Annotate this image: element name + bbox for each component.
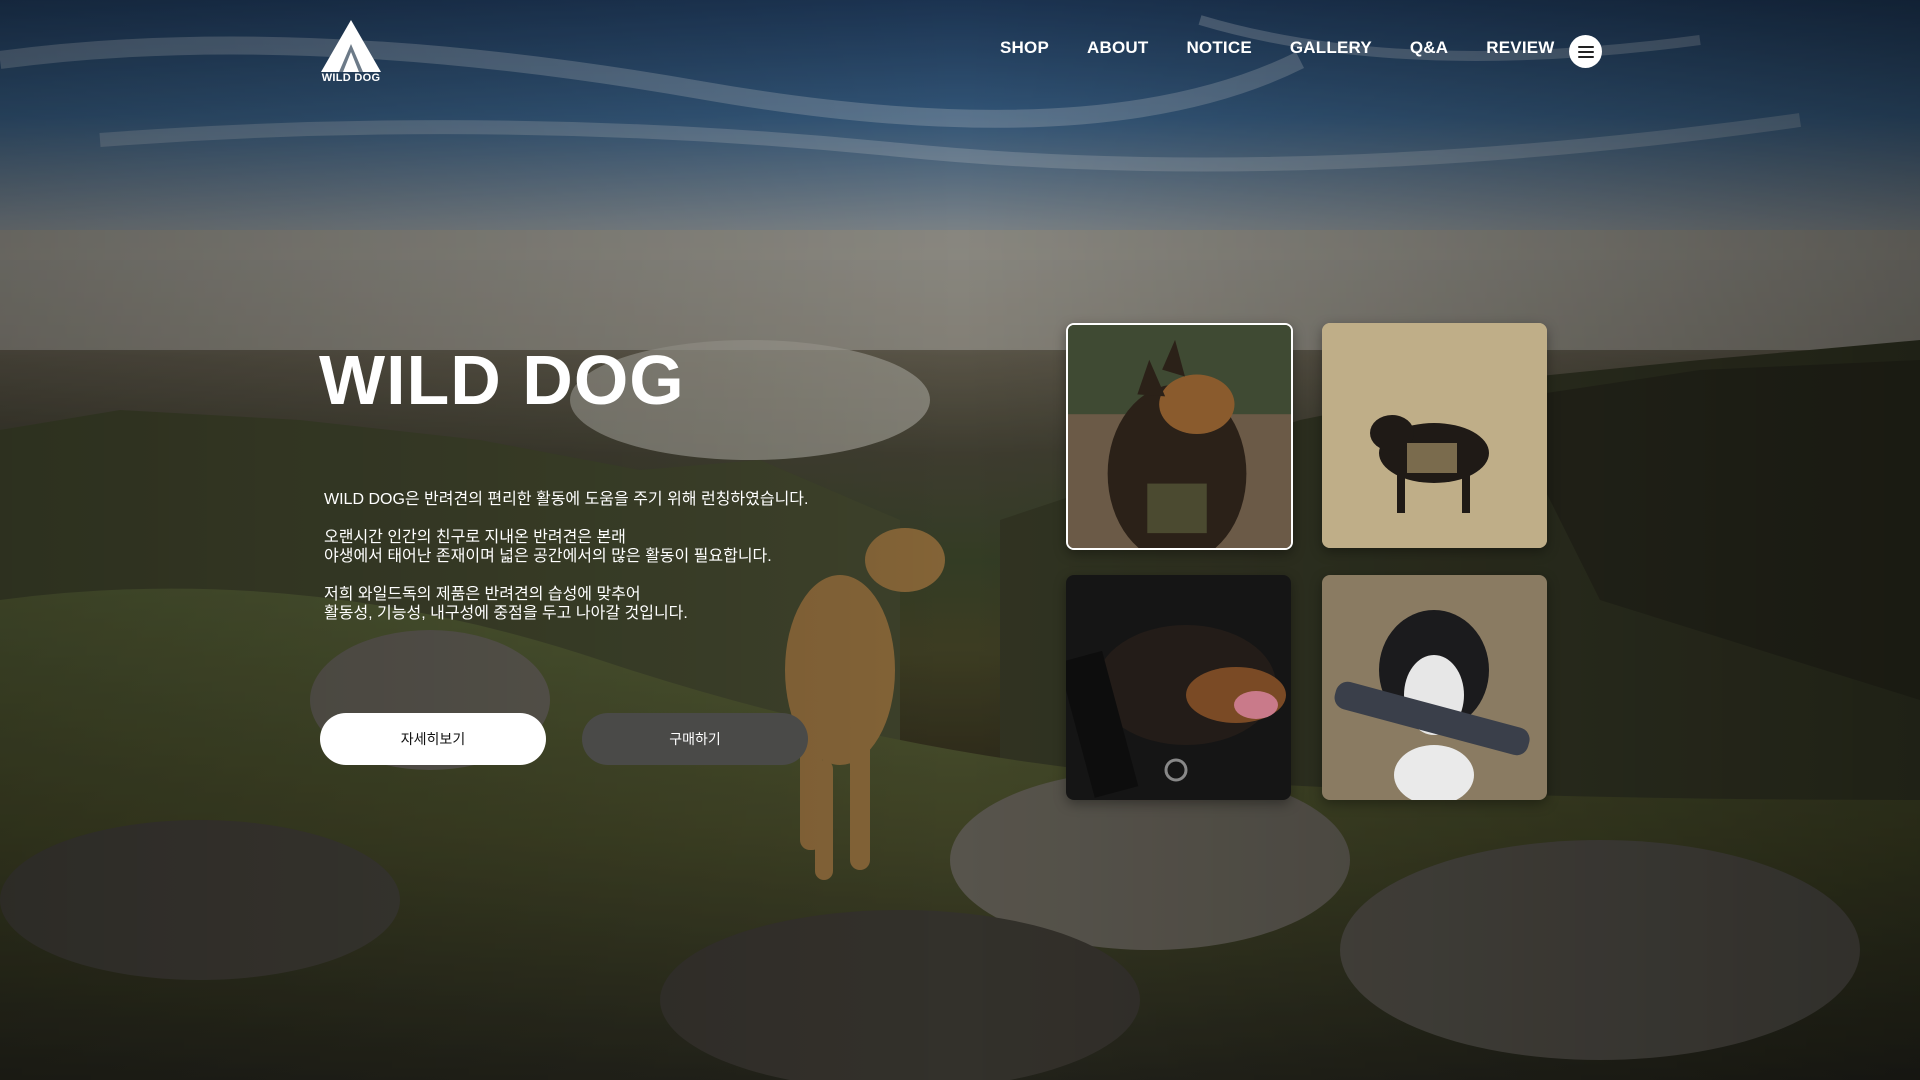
- hero-description: WILD DOG은 반려견의 편리한 활동에 도움을 주기 위해 런칭하였습니다…: [324, 490, 884, 642]
- main-menu: SHOP ABOUT NOTICE GALLERY Q&A REVIEW: [1000, 38, 1593, 58]
- description-paragraph-1: WILD DOG은 반려견의 편리한 활동에 도움을 주기 위해 런칭하였습니다…: [324, 490, 884, 509]
- brand-name: WILD DOG: [321, 72, 381, 84]
- landing-page: WILD DOG SHOP ABOUT NOTICE GALLERY Q&A R…: [0, 0, 1920, 1080]
- description-line: WILD DOG은 반려견의 편리한 활동에 도움을 주기 위해 런칭하였습니다…: [324, 491, 809, 508]
- buy-button[interactable]: 구매하기: [582, 713, 808, 765]
- description-paragraph-2: 오랜시간 인간의 친구로 지내온 반려견은 본래 야생에서 태어난 존재이며 넓…: [324, 528, 884, 566]
- nav-item-gallery[interactable]: GALLERY: [1290, 38, 1372, 58]
- hero-title: WILD DOG: [319, 341, 685, 419]
- gallery-photo-german-shepherd[interactable]: [1066, 323, 1293, 550]
- learn-more-button[interactable]: 자세히보기: [320, 713, 546, 765]
- nav-item-review[interactable]: REVIEW: [1486, 38, 1554, 58]
- description-line: 오랜시간 인간의 친구로 지내온 반려견은 본래: [324, 529, 626, 546]
- nav-item-notice[interactable]: NOTICE: [1186, 38, 1251, 58]
- nav-item-qna[interactable]: Q&A: [1410, 38, 1448, 58]
- nav-item-shop[interactable]: SHOP: [1000, 38, 1049, 58]
- top-navigation: WILD DOG SHOP ABOUT NOTICE GALLERY Q&A R…: [0, 0, 1920, 104]
- description-line: 야생에서 태어난 존재이며 넓은 공간에서의 많은 활동이 필요합니다.: [324, 548, 772, 565]
- description-line: 활동성, 기능성, 내구성에 중점을 두고 나아갈 것입니다.: [324, 605, 688, 622]
- gallery-photo-pinscher[interactable]: [1322, 323, 1547, 548]
- description-line: 저희 와일드독의 제품은 반려견의 습성에 맞추어: [324, 586, 641, 603]
- mountain-background-image: [0, 0, 1920, 1080]
- hamburger-menu-icon: [1577, 45, 1594, 58]
- gallery-photo-doberman[interactable]: [1066, 575, 1291, 800]
- hamburger-menu-button[interactable]: [1569, 35, 1602, 68]
- nav-item-about[interactable]: ABOUT: [1087, 38, 1148, 58]
- gallery-photo-border-collie[interactable]: [1322, 575, 1547, 800]
- description-paragraph-3: 저희 와일드독의 제품은 반려견의 습성에 맞추어 활동성, 기능성, 내구성에…: [324, 585, 884, 623]
